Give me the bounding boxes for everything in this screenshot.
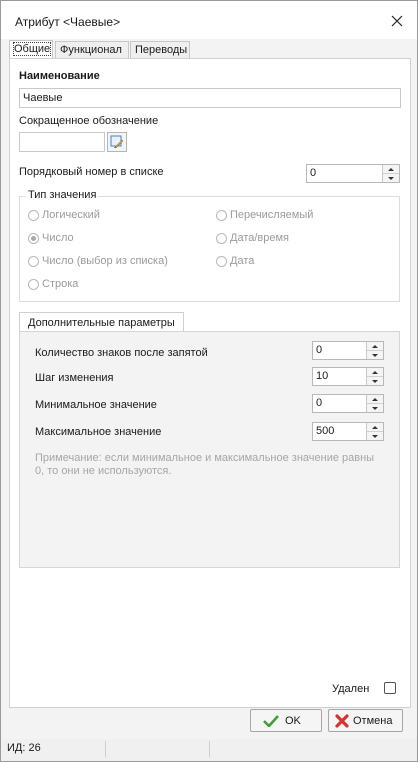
step-value: 10 — [316, 370, 329, 382]
radio-label: Число (выбор из списка) — [42, 255, 168, 267]
min-label: Минимальное значение — [35, 399, 157, 411]
arrow-down-icon — [372, 379, 378, 383]
radio-number[interactable]: Число — [28, 232, 74, 244]
max-spinbox[interactable]: 500 — [312, 422, 384, 441]
order-spinbox[interactable]: 0 — [306, 164, 400, 183]
tab-general-label: Общие — [12, 42, 52, 56]
name-label: Наименование — [19, 70, 100, 82]
min-increment[interactable] — [367, 395, 383, 404]
attribute-dialog: Атрибут <Чаевые> Общие Функционал Перево… — [0, 0, 418, 762]
radio-circle — [216, 209, 227, 221]
radio-circle — [28, 255, 39, 267]
radio-label: Логический — [42, 209, 100, 221]
decimals-spinbox[interactable]: 0 — [312, 341, 384, 360]
ok-button[interactable]: OK — [250, 709, 322, 732]
radio-circle-selected — [28, 232, 39, 244]
step-label: Шаг изменения — [35, 372, 114, 384]
max-decrement[interactable] — [367, 432, 383, 440]
arrow-down-icon — [372, 434, 378, 438]
radio-logical[interactable]: Логический — [28, 209, 100, 221]
radio-circle — [216, 255, 227, 267]
title-bar: Атрибут <Чаевые> — [1, 1, 417, 39]
max-value: 500 — [316, 425, 335, 437]
radio-label: Дата — [230, 255, 255, 267]
status-separator — [209, 741, 210, 757]
decimals-value: 0 — [316, 344, 323, 356]
arrow-up-icon — [372, 344, 378, 348]
tab-general[interactable]: Общие — [9, 40, 53, 59]
radio-label: Число — [42, 232, 74, 244]
cancel-x-icon — [335, 713, 349, 728]
radio-number-list[interactable]: Число (выбор из списка) — [28, 255, 168, 267]
radio-datetime[interactable]: Дата/время — [216, 232, 289, 244]
status-bar: ИД: 26 — [1, 739, 417, 761]
status-separator — [105, 741, 106, 757]
value-type-title: Тип значения — [26, 189, 99, 201]
max-increment[interactable] — [367, 423, 383, 432]
radio-circle — [216, 232, 227, 244]
tab-translations[interactable]: Переводы — [130, 41, 190, 58]
min-spinbox[interactable]: 0 — [312, 394, 384, 413]
order-decrement[interactable] — [383, 174, 399, 182]
close-icon — [391, 15, 403, 27]
window-title: Атрибут <Чаевые> — [15, 15, 121, 29]
min-max-note: Примечание: если минимальное и максималь… — [35, 452, 375, 477]
order-increment[interactable] — [383, 165, 399, 174]
step-increment[interactable] — [367, 368, 383, 377]
cancel-button[interactable]: Отмена — [328, 709, 403, 732]
name-input[interactable]: Чаевые — [19, 88, 401, 108]
arrow-up-icon — [388, 167, 394, 171]
arrow-down-icon — [388, 176, 394, 180]
min-value: 0 — [316, 397, 323, 409]
radio-circle — [28, 278, 39, 290]
order-value: 0 — [310, 167, 317, 179]
additional-params-panel: Количество знаков после запятой 0 Шаг из… — [19, 331, 400, 568]
step-spinbox[interactable]: 10 — [312, 367, 384, 386]
min-decrement[interactable] — [367, 404, 383, 412]
cancel-button-label: Отмена — [353, 714, 393, 727]
short-name-input[interactable] — [19, 132, 105, 152]
radio-string[interactable]: Строка — [28, 278, 78, 290]
arrow-down-icon — [372, 353, 378, 357]
radio-label: Строка — [42, 278, 79, 290]
tab-translations-label: Переводы — [135, 44, 188, 56]
order-label: Порядковый номер в списке — [19, 166, 164, 178]
arrow-up-icon — [372, 397, 378, 401]
tab-functional-label: Функционал — [60, 44, 122, 56]
value-type-group: Тип значения Логический Число Число (выб… — [19, 189, 400, 302]
step-decrement[interactable] — [367, 377, 383, 385]
ok-button-label: OK — [285, 714, 301, 727]
radio-label: Перечисляемый — [230, 209, 314, 221]
general-panel: Наименование Чаевые Сокращенное обозначе… — [9, 58, 411, 708]
radio-enum[interactable]: Перечисляемый — [216, 209, 313, 221]
radio-circle — [28, 209, 39, 221]
pick-short-name-button[interactable] — [107, 132, 127, 152]
radio-label: Дата/время — [230, 232, 290, 244]
tab-functional[interactable]: Функционал — [55, 41, 129, 58]
short-name-label: Сокращенное обозначение — [19, 115, 159, 127]
max-label: Максимальное значение — [35, 426, 162, 438]
close-button[interactable] — [381, 7, 413, 35]
radio-date[interactable]: Дата — [216, 255, 254, 267]
tab-additional-params[interactable]: Дополнительные параметры — [19, 312, 184, 332]
arrow-down-icon — [372, 406, 378, 410]
decimals-decrement[interactable] — [367, 351, 383, 359]
status-id: ИД: 26 — [7, 742, 41, 754]
edit-picker-icon — [110, 135, 124, 149]
arrow-up-icon — [372, 370, 378, 374]
deleted-label: Удален — [332, 683, 370, 695]
deleted-checkbox[interactable] — [384, 682, 396, 694]
arrow-up-icon — [372, 425, 378, 429]
decimals-label: Количество знаков после запятой — [35, 347, 208, 359]
checkmark-icon — [263, 714, 279, 727]
decimals-increment[interactable] — [367, 342, 383, 351]
